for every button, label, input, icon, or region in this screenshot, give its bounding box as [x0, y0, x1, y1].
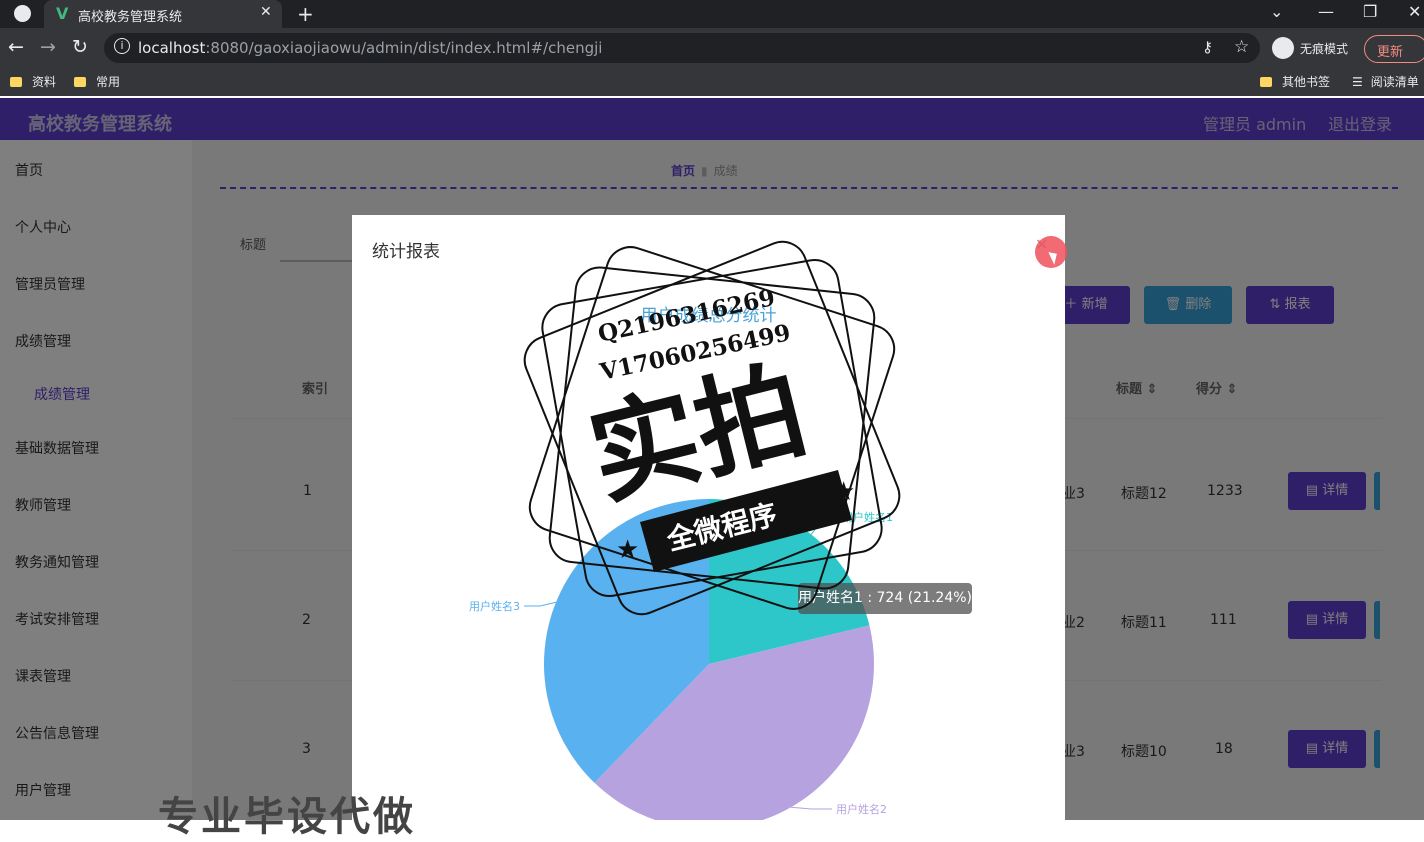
incognito-icon	[1272, 37, 1294, 59]
folder-icon	[74, 77, 86, 87]
bookmark-star-icon[interactable]: ☆	[1234, 37, 1249, 57]
bookmarks-bar: 资料 常用 其他书签 ☰ 阅读清单	[0, 68, 1424, 96]
pie-slice-label: 用户姓名2	[836, 802, 887, 816]
forward-icon[interactable]: →	[40, 36, 56, 58]
site-info-icon[interactable]: i	[114, 38, 130, 54]
incognito-indicator[interactable]: 无痕模式	[1272, 34, 1362, 62]
update-button[interactable]: 更新	[1364, 35, 1424, 63]
other-bookmarks[interactable]: 其他书签	[1260, 73, 1330, 90]
browser-tab[interactable]: V 高校教务管理系统 ✕	[44, 0, 282, 28]
window-close-icon[interactable]: ✕	[1408, 2, 1421, 21]
reading-list-icon: ☰	[1352, 75, 1363, 89]
restore-icon[interactable]: ❐	[1363, 2, 1377, 21]
pie-slice-label: 用户姓名3	[469, 599, 520, 613]
key-icon[interactable]: ⚷	[1202, 38, 1213, 56]
watermark-stamp: Q2196316269 V17060256499 实拍 全微程序 ★ ★	[523, 240, 901, 616]
address-bar[interactable]: i localhost:8080/gaoxiaojiaowu/admin/dis…	[104, 33, 1260, 63]
reload-icon[interactable]: ↻	[72, 36, 88, 58]
star-icon: ★	[616, 535, 639, 565]
tab-search-icon[interactable]: ⌄	[1270, 2, 1283, 21]
vue-logo-icon: V	[56, 4, 69, 23]
reading-list[interactable]: ☰ 阅读清单	[1352, 73, 1419, 90]
tab-title: 高校教务管理系统	[78, 10, 183, 25]
globe-icon[interactable]	[14, 5, 31, 22]
pie-label-line	[790, 806, 832, 810]
star-icon: ★	[832, 477, 855, 507]
cursor-highlight	[1035, 236, 1067, 268]
minimize-icon[interactable]: —	[1318, 2, 1334, 21]
new-tab-icon[interactable]: +	[297, 2, 314, 26]
back-icon[interactable]: ←	[8, 36, 24, 58]
folder-icon	[1260, 77, 1272, 87]
bookmark-folder-ziliao[interactable]: 资料	[10, 73, 56, 90]
browser-tab-bar: V 高校教务管理系统 ✕ + ⌄ — ❐ ✕	[0, 0, 1424, 28]
bookmark-folder-changyong[interactable]: 常用	[74, 73, 120, 90]
tab-close-icon[interactable]: ✕	[260, 4, 272, 20]
cursor-arrow-icon	[1048, 249, 1061, 265]
update-label: 更新	[1377, 45, 1404, 60]
watermark-banner: 专业毕设代做	[158, 794, 416, 840]
folder-icon	[10, 77, 22, 87]
browser-toolbar: ← → ↻ i localhost:8080/gaoxiaojiaowu/adm…	[0, 28, 1424, 68]
url-text: localhost:8080/gaoxiaojiaowu/admin/dist/…	[138, 39, 603, 57]
incognito-label: 无痕模式	[1300, 42, 1349, 56]
